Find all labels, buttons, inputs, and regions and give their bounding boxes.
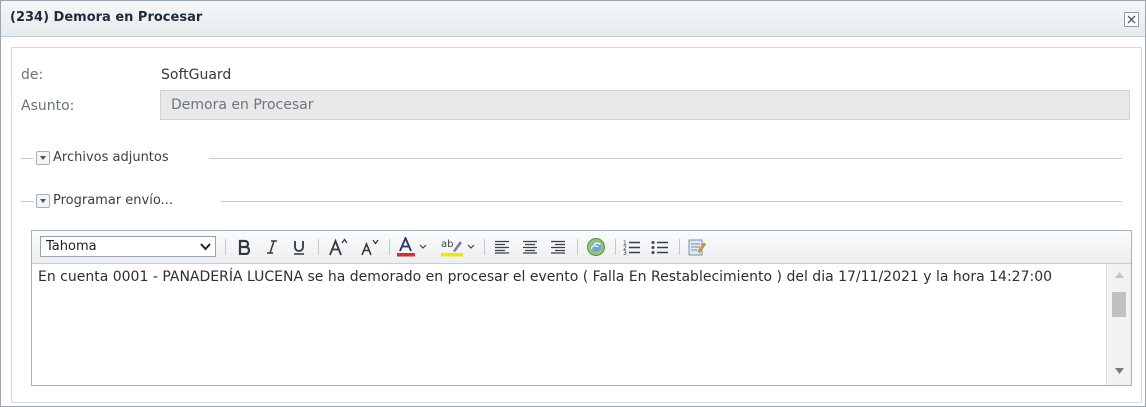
source-edit-button[interactable] xyxy=(684,235,710,259)
link-icon xyxy=(587,238,605,256)
align-right-icon xyxy=(551,240,565,254)
highlight-color-icon: ab xyxy=(441,239,475,257)
bold-icon xyxy=(238,239,251,255)
schedule-label[interactable]: Programar envío... xyxy=(53,193,173,208)
attachments-label[interactable]: Archivos adjuntos xyxy=(53,150,169,165)
attachments-toggle[interactable] xyxy=(36,151,50,165)
italic-icon xyxy=(267,240,277,254)
schedule-section: Programar envío... xyxy=(21,191,1130,211)
chevron-down-icon xyxy=(40,156,46,160)
numbered-list-icon: 1 2 3 xyxy=(623,240,640,255)
subject-field[interactable]: Demora en Procesar xyxy=(160,90,1130,120)
align-left-button[interactable] xyxy=(490,235,514,259)
chevron-down-icon xyxy=(200,243,211,251)
bold-button[interactable] xyxy=(232,235,256,259)
attachments-section: Archivos adjuntos xyxy=(21,148,1130,168)
dialog-titlebar[interactable]: (234) Demora en Procesar xyxy=(1,1,1145,37)
message-body: En cuenta 0001 - PANADERÍA LUCENA se ha … xyxy=(38,269,1053,285)
underline-button[interactable] xyxy=(287,235,311,259)
scroll-down-icon[interactable] xyxy=(1115,368,1124,374)
font-family-value: Tahoma xyxy=(46,239,97,254)
underline-icon xyxy=(294,241,304,255)
align-center-button[interactable] xyxy=(518,235,542,259)
font-color-icon xyxy=(397,237,427,257)
align-left-icon xyxy=(495,240,509,254)
schedule-toggle[interactable] xyxy=(36,194,50,208)
align-center-icon xyxy=(523,240,537,254)
close-button[interactable] xyxy=(1124,12,1139,27)
increase-font-size-button[interactable] xyxy=(325,235,351,259)
message-body-textarea[interactable]: En cuenta 0001 - PANADERÍA LUCENA se ha … xyxy=(32,264,1105,385)
font-family-select[interactable]: Tahoma xyxy=(40,236,216,257)
highlight-color-button[interactable]: ab xyxy=(439,235,479,259)
subject-value: Demora en Procesar xyxy=(171,97,314,113)
scroll-up-icon[interactable] xyxy=(1115,272,1124,278)
message-dialog: (234) Demora en Procesar de: SoftGuard A… xyxy=(0,0,1146,407)
scrollbar-thumb[interactable] xyxy=(1112,292,1126,317)
dialog-title: (234) Demora en Procesar xyxy=(10,10,203,25)
close-icon xyxy=(1127,15,1136,24)
bulleted-list-icon xyxy=(651,241,668,254)
editor-toolbar: Tahoma ab 1 2 3 xyxy=(32,231,1131,264)
italic-button[interactable] xyxy=(260,235,284,259)
source-edit-icon xyxy=(688,239,706,256)
insert-link-button[interactable] xyxy=(583,235,609,259)
increase-font-size-icon xyxy=(329,238,348,256)
chevron-down-icon xyxy=(40,199,46,203)
svg-text:3: 3 xyxy=(623,250,627,255)
from-value: SoftGuard xyxy=(161,67,232,83)
align-right-button[interactable] xyxy=(546,235,570,259)
decrease-font-size-icon xyxy=(361,239,379,256)
from-label: de: xyxy=(21,67,44,83)
decrease-font-size-button[interactable] xyxy=(356,235,382,259)
numbered-list-button[interactable]: 1 2 3 xyxy=(620,235,644,259)
subject-label: Asunto: xyxy=(21,98,75,114)
bulleted-list-button[interactable] xyxy=(648,235,672,259)
editor-scrollbar[interactable] xyxy=(1106,264,1131,385)
html-editor: Tahoma ab 1 2 3 En cuenta 0001 - PANADER… xyxy=(31,230,1132,386)
svg-text:ab: ab xyxy=(441,239,453,250)
font-color-button[interactable] xyxy=(395,235,431,259)
